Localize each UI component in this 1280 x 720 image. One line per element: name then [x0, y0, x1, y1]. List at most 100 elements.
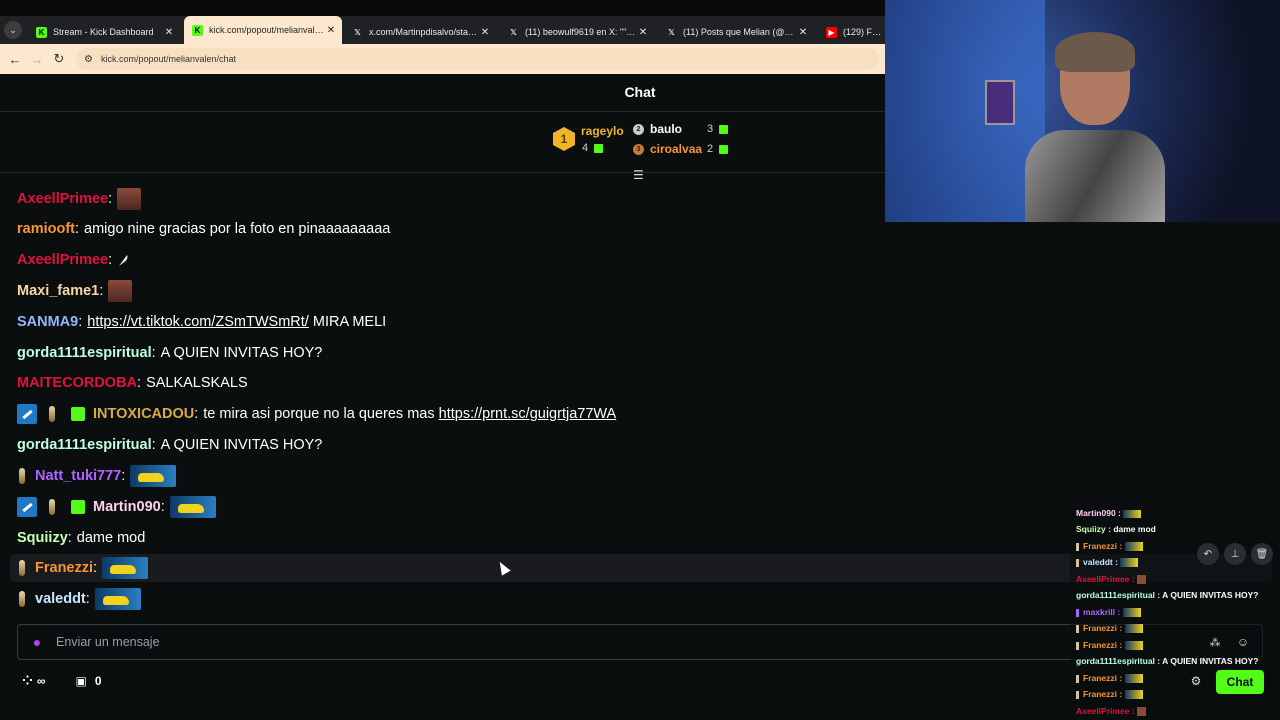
gifts-count: 0	[94, 674, 102, 688]
message-text: dame mod	[76, 530, 146, 546]
rank-3-badge: 3	[633, 144, 644, 155]
chat-message: AxeellPrimee:	[17, 248, 129, 272]
username[interactable]: INTOXICADOU	[93, 406, 194, 422]
microphone-icon[interactable]: ●	[18, 634, 56, 650]
gift-icon	[594, 144, 603, 153]
chat-message: valeddt:	[17, 587, 141, 611]
username[interactable]: Natt_tuki777	[35, 468, 121, 484]
emote-car	[169, 496, 216, 518]
username[interactable]: ramiooft	[17, 221, 75, 237]
youtube-icon: ▶	[826, 26, 837, 38]
points-value: ∞	[36, 674, 46, 688]
webcam-video	[885, 0, 1280, 222]
address-bar: ← → ↻ ⚙ kick.com/popout/melianvalen/chat	[0, 44, 885, 74]
close-icon[interactable]: ✕	[162, 27, 176, 38]
chat-message: SANMA9: https://vt.tiktok.com/ZSmTWSmRt/…	[17, 314, 387, 330]
close-icon[interactable]: ✕	[796, 27, 810, 38]
rank-1-badge: 1	[553, 127, 575, 151]
emoji-icon[interactable]: ☺	[1232, 631, 1254, 653]
streamer	[1025, 32, 1165, 222]
chat-message: ramiooft: amigo nine gracias por la foto…	[17, 221, 391, 237]
kick-icon: K	[36, 26, 47, 38]
quick-emote-icon[interactable]: ⁂	[1204, 631, 1226, 653]
delete-icon[interactable]: 🗑	[1251, 543, 1273, 565]
emote-feather	[119, 255, 128, 266]
chat-message: Martin090:	[17, 495, 216, 519]
chat-message: Maxi_fame1:	[17, 279, 133, 303]
reply-icon[interactable]: ↶	[1197, 543, 1219, 565]
tab-x-melian[interactable]: 𝕏 (11) Posts que Melian (@melian ✕	[658, 20, 814, 44]
message-text: SALKALSKALS	[146, 375, 248, 391]
subscriber-badge-icon	[19, 468, 25, 484]
forward-icon[interactable]: →	[26, 52, 48, 67]
chat-message: INTOXICADOU: te mira asi porque no la qu…	[17, 402, 616, 426]
emote-car	[130, 465, 177, 487]
chat-message: gorda1111espiritual: A QUIEN INVITAS HOY…	[17, 345, 323, 361]
subscriber-badge-icon	[19, 560, 25, 576]
overlay-message: gorda1111espiritual : A QUIEN INVITAS HO…	[1076, 590, 1259, 600]
close-icon[interactable]: ✕	[478, 27, 492, 38]
chat-message: Squiizy: dame mod	[17, 530, 146, 546]
tab-kick-dashboard[interactable]: K Stream - Kick Dashboard ✕	[28, 20, 180, 44]
tab-search-icon[interactable]: ⌄	[4, 21, 22, 39]
username[interactable]: Squiizy	[17, 530, 68, 546]
send-chat-button[interactable]: Chat	[1216, 670, 1264, 694]
site-info-icon[interactable]: ⚙	[84, 54, 93, 65]
username[interactable]: Maxi_fame1	[17, 283, 99, 299]
leader-3-count: 2	[707, 143, 714, 155]
leader-1-name[interactable]: rageylo	[581, 124, 624, 138]
username[interactable]: AxeellPrimee	[17, 252, 108, 268]
gift-shop-icon[interactable]: ▣	[75, 674, 86, 688]
message-text: amigo nine gracias por la foto en pinaaa…	[84, 221, 391, 237]
username[interactable]: valeddt	[35, 591, 86, 607]
tab-kick-popout-chat[interactable]: K kick.com/popout/melianvalen/c ✕	[184, 16, 342, 44]
overlay-message: gorda1111espiritual : A QUIEN INVITAS HO…	[1076, 656, 1259, 666]
rank-2-badge: 2	[633, 124, 644, 135]
pin-icon[interactable]: ⊥	[1224, 543, 1246, 565]
channel-points-icon[interactable]: ⁘	[22, 673, 33, 689]
overlay-message: valeddt :	[1076, 557, 1139, 568]
x-icon: 𝕏	[354, 27, 361, 37]
close-icon[interactable]: ✕	[636, 27, 650, 38]
chat-message: gorda1111espiritual: A QUIEN INVITAS HOY…	[17, 437, 323, 453]
leader-3-name[interactable]: ciroalvaa	[650, 142, 702, 156]
overlay-message: Franezzi :	[1076, 673, 1143, 684]
username[interactable]: Martin090	[93, 499, 161, 515]
chat-message: MAITECORDOBA: SALKALSKALS	[17, 375, 248, 391]
username[interactable]: gorda1111espiritual	[17, 437, 152, 453]
username[interactable]: Franezzi	[35, 560, 93, 576]
close-icon[interactable]: ✕	[324, 25, 338, 36]
x-icon: 𝕏	[510, 27, 517, 37]
chat-message: Franezzi:	[17, 556, 149, 580]
username[interactable]: SANMA9	[17, 314, 78, 330]
username[interactable]: gorda1111espiritual	[17, 345, 152, 361]
x-icon: 𝕏	[668, 27, 675, 37]
reload-icon[interactable]: ↻	[48, 51, 70, 67]
emote-face	[117, 188, 142, 210]
tab-youtube[interactable]: ▶ (129) Fabri L	[818, 20, 885, 44]
message-link[interactable]: https://prnt.sc/guigrtja77WA	[439, 406, 617, 422]
overlay-message: Franezzi :	[1076, 689, 1143, 700]
settings-gear-icon[interactable]: ⚙	[1185, 670, 1207, 692]
moderator-badge-icon	[17, 404, 37, 424]
message-text: te mira asi porque no la queres mas	[203, 406, 435, 422]
url-field[interactable]: ⚙ kick.com/popout/melianvalen/chat	[76, 48, 879, 70]
tab-x-martin[interactable]: 𝕏 x.com/Martinpdisalvo/status/18 ✕	[344, 20, 496, 44]
chat-message: Natt_tuki777:	[17, 464, 177, 488]
emote-car	[102, 557, 149, 579]
subscriber-badge-icon	[19, 591, 25, 607]
username[interactable]: AxeellPrimee	[17, 191, 108, 207]
moderator-badge-icon	[17, 497, 37, 517]
expand-leaderboard-icon[interactable]: ☰	[633, 168, 644, 182]
leader-2-name[interactable]: baulo	[650, 122, 682, 136]
overlay-message: Martin090 :	[1076, 510, 1142, 519]
overlay-message: Franezzi :	[1076, 640, 1143, 651]
username[interactable]: MAITECORDOBA	[17, 375, 137, 391]
tab-x-beowulf[interactable]: 𝕏 (11) beowulf9619 en X: ""situac ✕	[500, 20, 654, 44]
gifter-badge-icon	[71, 407, 85, 421]
overlay-message: AxeellPrimee :	[1076, 706, 1146, 717]
emote-face	[108, 280, 133, 302]
back-icon[interactable]: ←	[4, 52, 26, 67]
message-link[interactable]: https://vt.tiktok.com/ZSmTWSmRt/	[87, 314, 309, 330]
overlay-message: Franezzi :	[1076, 623, 1143, 634]
